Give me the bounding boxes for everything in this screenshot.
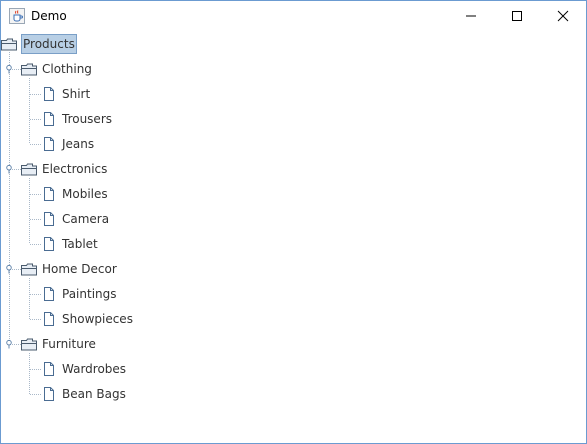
collapse-handle-icon[interactable] (4, 164, 14, 174)
file-icon (41, 86, 57, 102)
open-folder-icon (21, 261, 37, 277)
file-icon (41, 386, 57, 402)
tree-root-label: Products (21, 34, 77, 54)
tree-category-label: Electronics (42, 162, 108, 176)
file-icon (41, 361, 57, 377)
file-icon (41, 286, 57, 302)
tree-category-label: Clothing (42, 62, 92, 76)
product-tree: Products Clothing Shirt Trousers Jeans E… (1, 32, 586, 443)
collapse-handle-icon[interactable] (4, 339, 14, 349)
tree-leaf-label: Bean Bags (62, 387, 126, 401)
java-cup-icon (9, 8, 25, 24)
tree-leaf-label: Shirt (62, 87, 91, 101)
file-icon (41, 136, 57, 152)
open-folder-icon (21, 161, 37, 177)
file-icon (41, 311, 57, 327)
tree-category-label: Home Decor (42, 262, 117, 276)
tree-leaf-label: Camera (62, 212, 110, 226)
tree-leaf-label: Wardrobes (62, 362, 127, 376)
tree-category-label: Furniture (42, 337, 96, 351)
demo-window: Demo Products Clothing Shirt Trousers Je… (0, 0, 587, 444)
minimize-icon (466, 15, 476, 17)
tree-leaf-label: Showpieces (62, 312, 133, 326)
open-folder-icon (21, 336, 37, 352)
maximize-icon (512, 11, 522, 21)
collapse-handle-icon[interactable] (4, 264, 14, 274)
file-icon (41, 111, 57, 127)
close-icon (557, 10, 569, 22)
file-icon (41, 211, 57, 227)
file-icon (41, 186, 57, 202)
tree-leaf-label: Jeans (62, 137, 95, 151)
minimize-button[interactable] (448, 1, 494, 31)
tree-leaf-label: Trousers (62, 112, 113, 126)
tree-leaf-label: Tablet (62, 237, 98, 251)
open-folder-icon (21, 61, 37, 77)
open-folder-icon (1, 36, 17, 52)
tree-leaf-label: Mobiles (62, 187, 108, 201)
maximize-button[interactable] (494, 1, 540, 31)
file-icon (41, 236, 57, 252)
tree-leaf-label: Paintings (62, 287, 117, 301)
collapse-handle-icon[interactable] (4, 64, 14, 74)
window-title: Demo (31, 9, 67, 23)
title-bar[interactable]: Demo (1, 1, 586, 31)
close-button[interactable] (540, 1, 586, 31)
